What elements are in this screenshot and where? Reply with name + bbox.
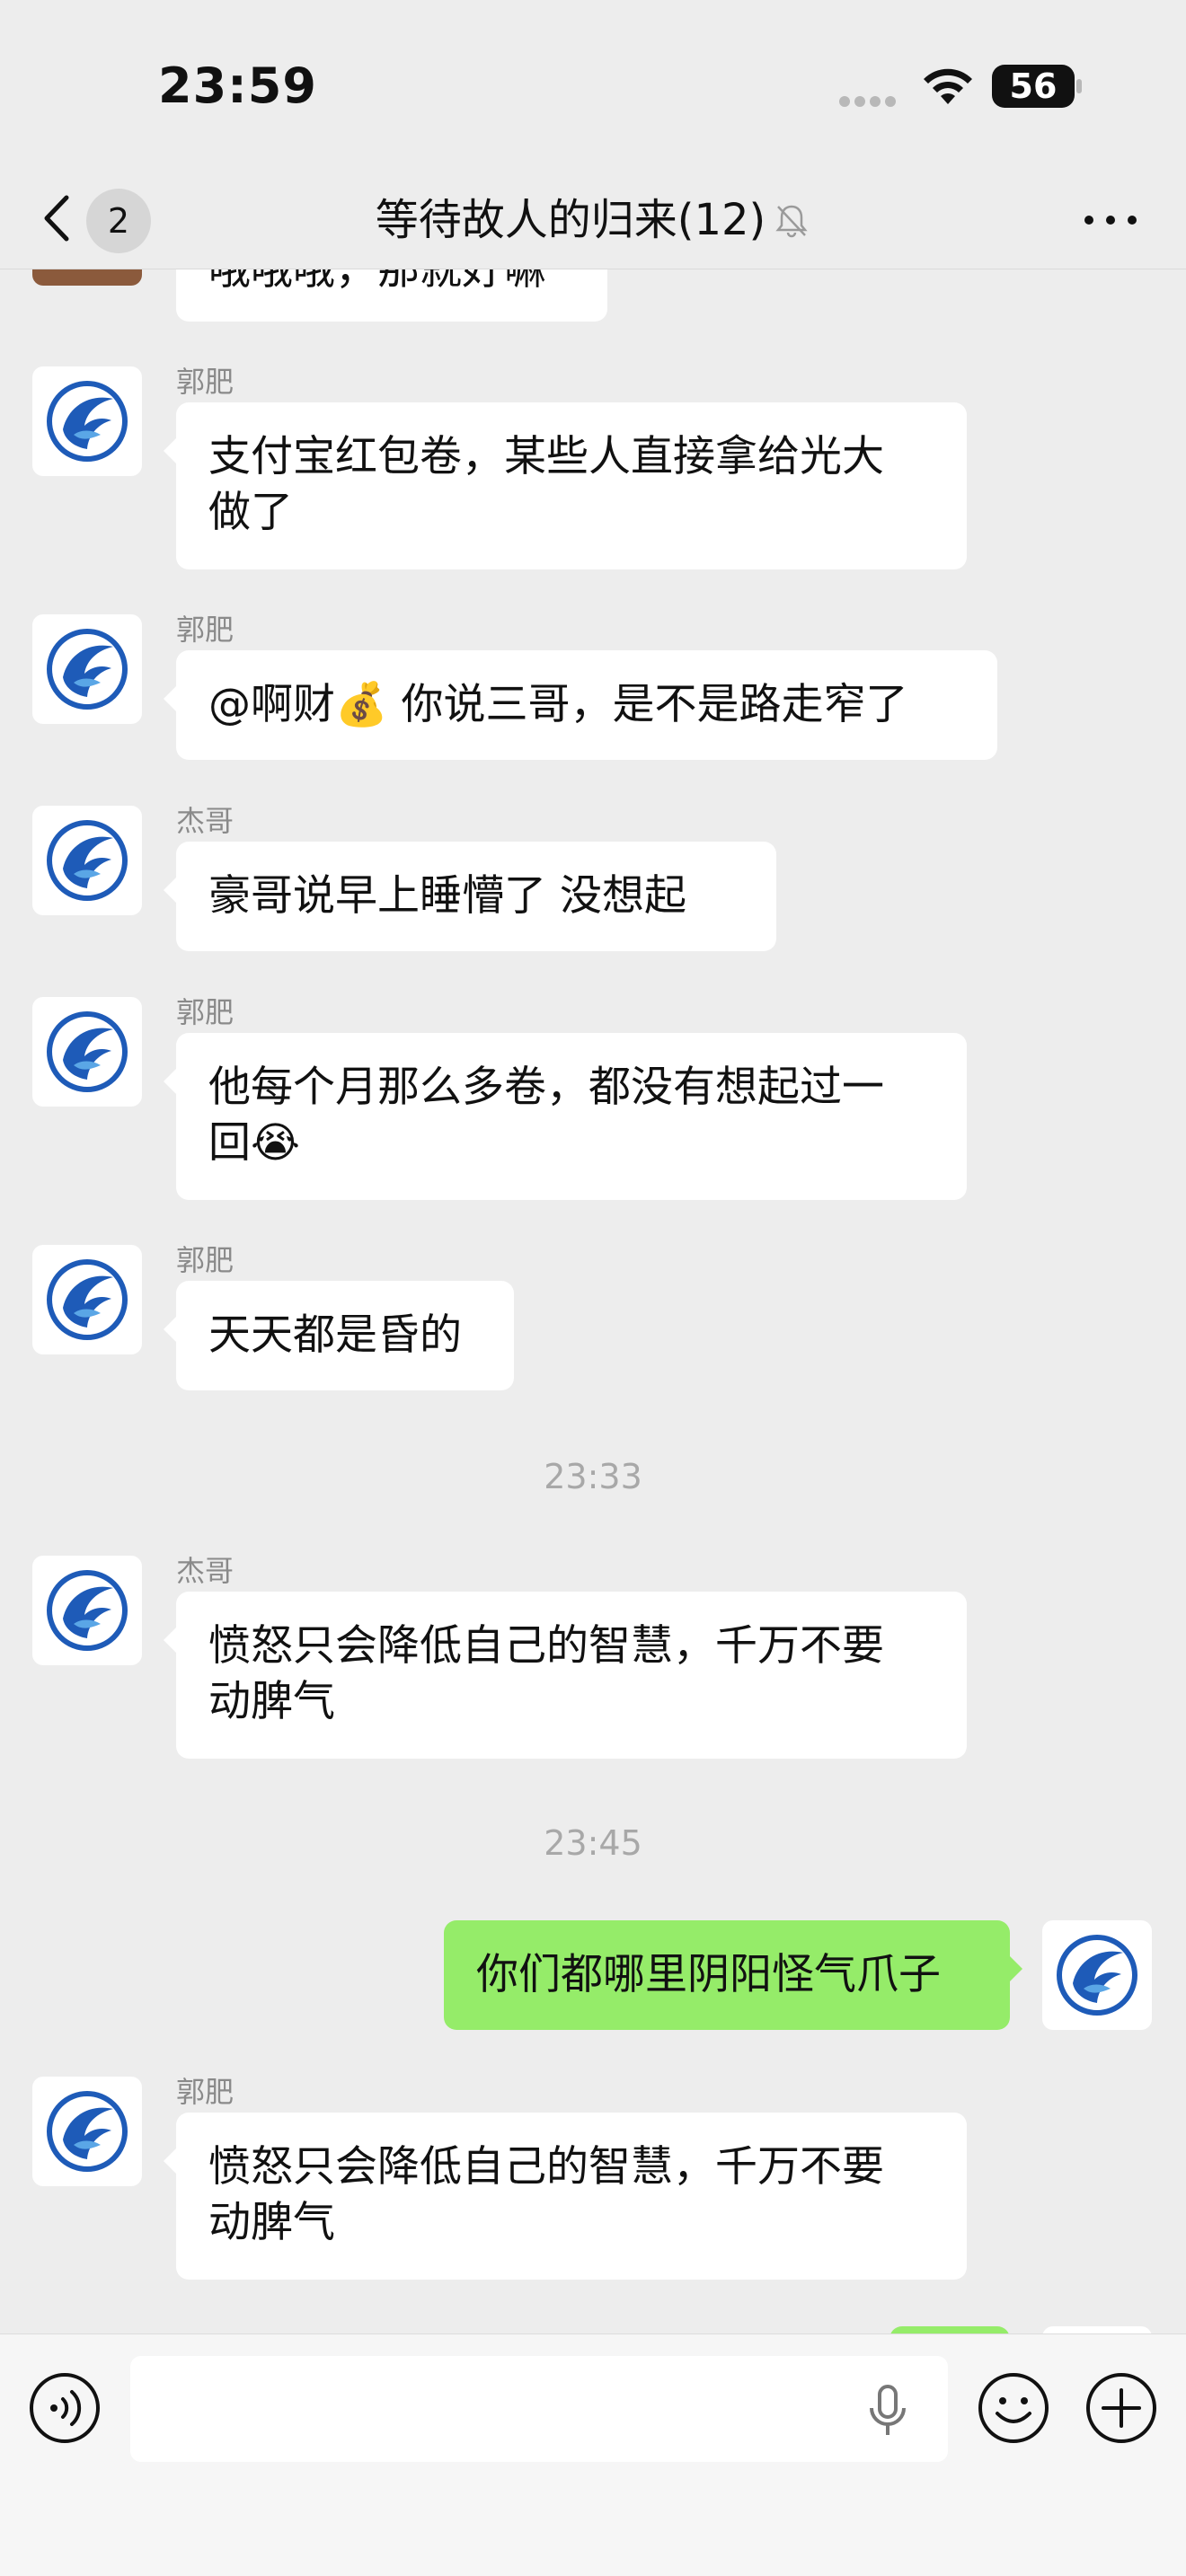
emoji-icon[interactable]	[976, 2370, 1051, 2446]
chat-title-container: 等待故人的归来(12)	[0, 171, 1186, 269]
message-bubble[interactable]: 天天都是昏的	[164, 1281, 514, 1390]
message-bubble[interactable]: 愤怒只会降低自己的智慧，千万不要 动脾气	[164, 2113, 967, 2280]
message-line: 你们都哪里阴阳怪气爪子	[476, 1950, 941, 1999]
message-line: 愤怒只会降低自己的智慧，千万不要	[208, 2142, 884, 2192]
voice-icon[interactable]	[27, 2370, 102, 2446]
sender-name: 郭肥	[176, 2075, 235, 2109]
message-line: @啊财💰 你说三哥，是不是路走窄了	[208, 680, 908, 729]
chat-message-list[interactable]: 哦哦哦，那就好嘛 郭肥 支付宝红包卷，某些人直接拿给光大 做了 郭肥 @啊财💰 …	[0, 269, 1186, 2335]
my-avatar[interactable]	[1042, 1920, 1152, 2030]
sender-name: 杰哥	[176, 1554, 235, 1588]
avatar[interactable]	[32, 2077, 142, 2186]
message-bubble[interactable]: @啊财💰 你说三哥，是不是路走窄了	[164, 650, 997, 760]
more-icon[interactable]	[1078, 207, 1143, 234]
sender-name: 杰哥	[176, 804, 235, 838]
avatar[interactable]	[32, 1245, 142, 1354]
cellular-signal-icon	[839, 93, 902, 107]
status-bar: 23:59 56	[0, 0, 1186, 171]
message-line: 做了	[208, 488, 293, 537]
sender-name: 郭肥	[176, 613, 235, 647]
time-separator: 23:45	[544, 1823, 642, 1863]
time-separator: 23:33	[544, 1457, 642, 1496]
message-line: 豪哥说早上睡懵了 没想起	[208, 871, 686, 921]
message-line: 愤怒只会降低自己的智慧，千万不要	[208, 1621, 884, 1671]
message-bubble-outgoing[interactable]: 你们都哪里阴阳怪气爪子	[444, 1920, 1022, 2030]
avatar[interactable]	[32, 614, 142, 724]
message-bubble[interactable]: 哦哦哦，那就好嘛	[176, 269, 607, 322]
message-line: 动脾气	[208, 1677, 335, 1726]
battery-cap	[1076, 79, 1082, 93]
message-line: 天天都是昏的	[208, 1310, 462, 1360]
nav-bar: 2 等待故人的归来(12)	[0, 171, 1186, 269]
wifi-icon	[924, 68, 972, 104]
avatar[interactable]	[32, 806, 142, 915]
avatar[interactable]	[32, 366, 142, 476]
avatar[interactable]	[32, 997, 142, 1107]
battery-indicator: 56	[992, 65, 1075, 108]
message-input[interactable]	[130, 2356, 948, 2462]
message-line: 他每个月那么多卷，都没有想起过一	[208, 1063, 884, 1112]
message-line: 动脾气	[208, 2198, 335, 2247]
input-bar	[0, 2333, 1186, 2576]
plus-icon[interactable]	[1084, 2370, 1159, 2446]
message-bubble[interactable]: 他每个月那么多卷，都没有想起过一 回😭	[164, 1033, 967, 1200]
mic-icon[interactable]	[863, 2381, 913, 2439]
chat-title[interactable]: 等待故人的归来(12)	[376, 171, 766, 269]
avatar[interactable]	[32, 1556, 142, 1665]
message-line: 回😭	[208, 1118, 300, 1168]
message-bubble[interactable]: 支付宝红包卷，某些人直接拿给光大 做了	[164, 402, 967, 569]
sender-name: 郭肥	[176, 1243, 235, 1277]
sender-name: 郭肥	[176, 365, 235, 399]
message-bubble[interactable]: 愤怒只会降低自己的智慧，千万不要 动脾气	[164, 1592, 967, 1759]
message-bubble[interactable]: 豪哥说早上睡懵了 没想起	[164, 842, 776, 951]
sender-name: 郭肥	[176, 995, 235, 1029]
avatar[interactable]	[32, 269, 142, 286]
status-time: 23:59	[158, 57, 317, 114]
mute-bell-icon	[775, 205, 808, 238]
message-line: 支付宝红包卷，某些人直接拿给光大	[208, 432, 884, 481]
